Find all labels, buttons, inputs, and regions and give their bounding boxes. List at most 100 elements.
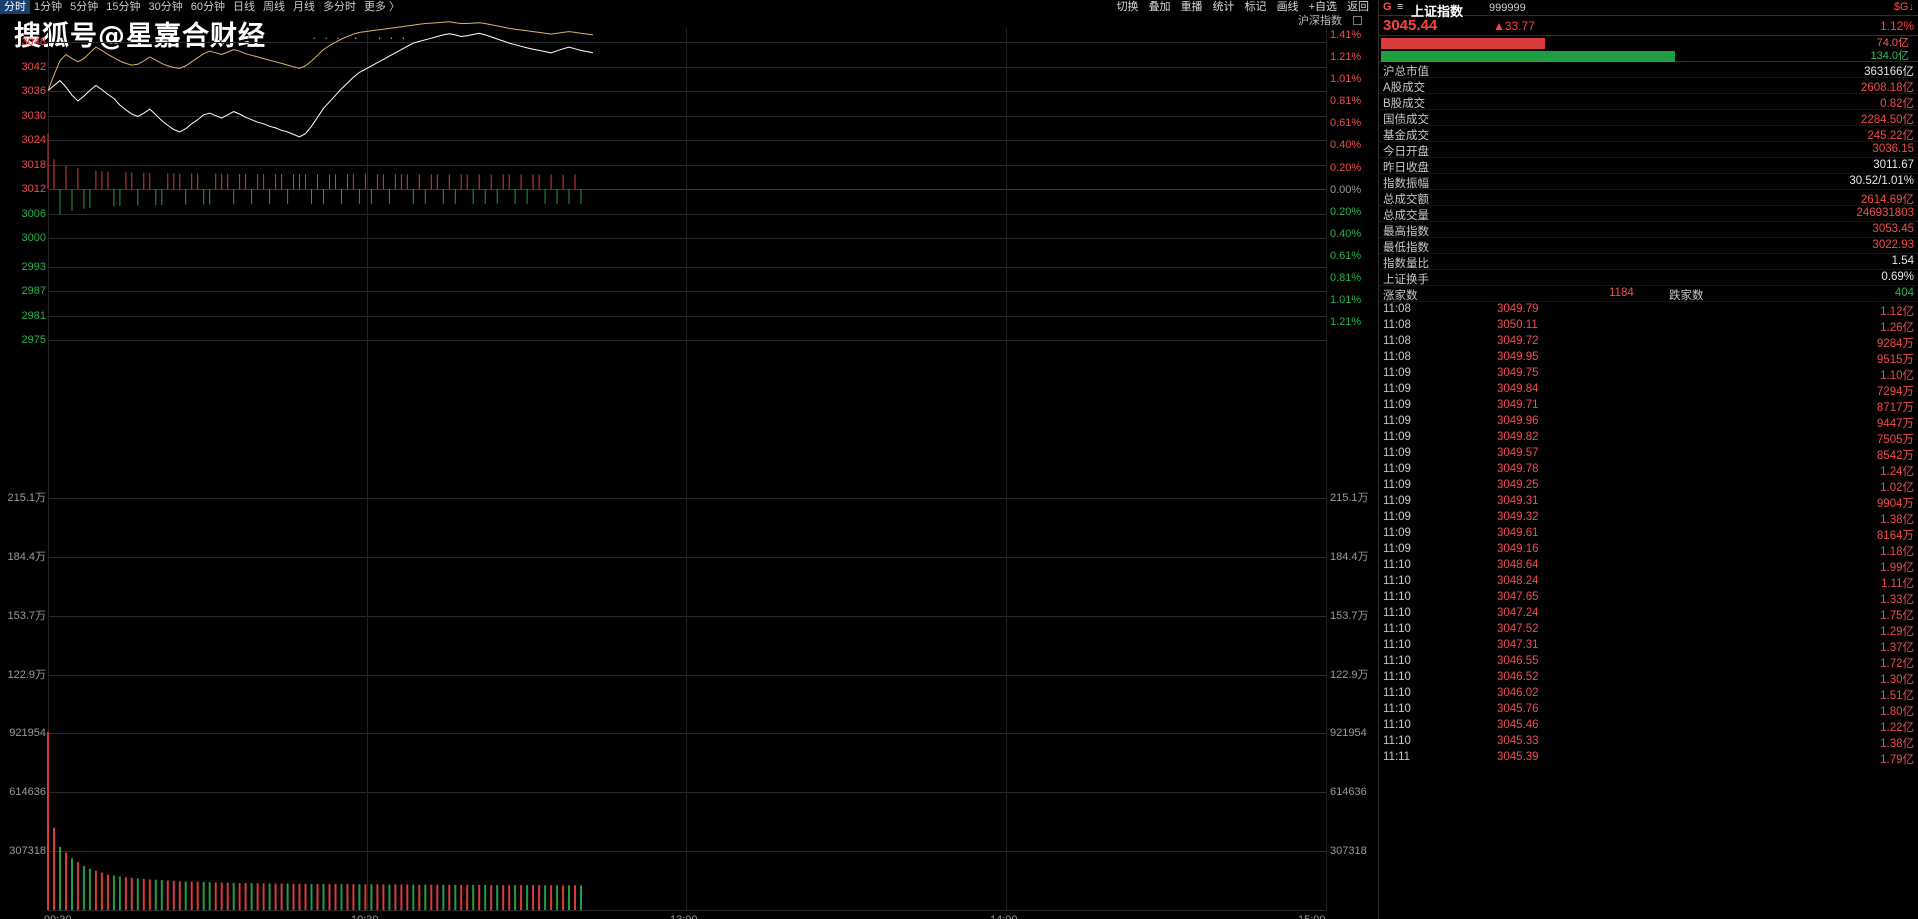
decline-label: 跌家数 <box>1669 290 1704 302</box>
toolbar-action-1[interactable]: 叠加 <box>1144 0 1176 14</box>
period-tab-8[interactable]: 月线 <box>289 0 319 14</box>
period-tab-0[interactable]: 分时 <box>0 0 30 14</box>
toolbar-action-6[interactable]: +自选 <box>1304 0 1342 14</box>
tick-row[interactable]: 11:10 3046.02 1.51亿 <box>1379 686 1918 702</box>
g-badge[interactable]: G <box>1383 1 1392 13</box>
period-toolbar[interactable]: 分时 1分钟 5分钟 15分钟 30分钟 60分钟 日线 周线 月线 多分时 更多 〉 切换 叠加 重播… <box>0 0 1378 14</box>
tick-row[interactable]: 11:08 3049.72 9284万 <box>1379 334 1918 350</box>
tick-row[interactable]: 11:10 3047.65 1.33亿 <box>1379 590 1918 606</box>
stat-row: 指数量比 1.54 <box>1379 254 1918 270</box>
period-tab-3[interactable]: 15分钟 <box>102 0 144 14</box>
time-axis-label: 14:00 <box>990 914 1018 919</box>
tick-row[interactable]: 11:09 3049.25 1.02亿 <box>1379 478 1918 494</box>
period-tabs[interactable]: 分时 1分钟 5分钟 15分钟 30分钟 60分钟 日线 周线 月线 多分时 更多 〉 <box>0 0 404 14</box>
tick-row[interactable]: 11:09 3049.78 1.24亿 <box>1379 462 1918 478</box>
tick-row[interactable]: 11:08 3050.11 1.26亿 <box>1379 318 1918 334</box>
stat-value: 0.82亿 <box>1880 98 1914 110</box>
volume-bar <box>214 882 217 910</box>
tick-row[interactable]: 11:08 3049.79 1.12亿 <box>1379 302 1918 318</box>
tick-row[interactable]: 11:09 3049.82 7505万 <box>1379 430 1918 446</box>
volume-bar <box>538 885 541 910</box>
volume-bar <box>490 885 493 910</box>
tick-row[interactable]: 11:10 3048.24 1.11亿 <box>1379 574 1918 590</box>
volume-bar <box>130 877 133 910</box>
tick-row[interactable]: 11:09 3049.71 8717万 <box>1379 398 1918 414</box>
period-tab-7[interactable]: 周线 <box>259 0 289 14</box>
toolbar-action-2[interactable]: 重播 <box>1176 0 1208 14</box>
tick-row[interactable]: 11:10 3047.24 1.75亿 <box>1379 606 1918 622</box>
volume-bar <box>532 885 535 910</box>
tick-time: 11:08 <box>1383 351 1411 363</box>
tick-price: 3049.32 <box>1497 511 1539 523</box>
stat-row: 总成交额 2614.69亿 <box>1379 190 1918 206</box>
tick-time: 11:10 <box>1383 639 1411 651</box>
tick-row[interactable]: 11:10 3045.76 1.80亿 <box>1379 702 1918 718</box>
toolbar-action-4[interactable]: 标记 <box>1240 0 1272 14</box>
intraday-chart[interactable]: 3048 3042 3036 3030 3024 3018 3012 3006 3000 2993… <box>0 21 1378 919</box>
tick-row[interactable]: 11:09 3049.16 1.18亿 <box>1379 542 1918 558</box>
tick-price: 3045.46 <box>1497 719 1539 731</box>
tick-row[interactable]: 11:10 3048.64 1.99亿 <box>1379 558 1918 574</box>
chart-plot <box>47 21 594 910</box>
volume-bar <box>268 883 271 910</box>
tick-row[interactable]: 11:10 3046.52 1.30亿 <box>1379 670 1918 686</box>
sg-badge: $G↓ <box>1893 1 1914 13</box>
tick-row[interactable]: 11:09 3049.75 1.10亿 <box>1379 366 1918 382</box>
tick-price: 3047.31 <box>1497 639 1539 651</box>
tick-row[interactable]: 11:08 3049.95 9515万 <box>1379 350 1918 366</box>
tick-price: 3047.52 <box>1497 623 1539 635</box>
tick-price: 3046.02 <box>1497 687 1539 699</box>
tick-price: 3047.65 <box>1497 591 1539 603</box>
tick-volume: 1.12亿 <box>1880 306 1914 318</box>
tick-row[interactable]: 11:10 3045.46 1.22亿 <box>1379 718 1918 734</box>
volume-bar <box>280 883 283 910</box>
stat-row: 昨日收盘 3011.67 <box>1379 158 1918 174</box>
tick-row[interactable]: 11:09 3049.61 8164万 <box>1379 526 1918 542</box>
tick-row[interactable]: 11:11 3045.39 1.79亿 <box>1379 750 1918 766</box>
period-tab-10[interactable]: 更多 〉 <box>360 0 404 14</box>
period-tab-4[interactable]: 30分钟 <box>145 0 187 14</box>
volume-bar <box>478 884 481 910</box>
tick-row[interactable]: 11:10 3047.31 1.37亿 <box>1379 638 1918 654</box>
tick-row[interactable]: 11:09 3049.32 1.38亿 <box>1379 510 1918 526</box>
tick-price: 3046.55 <box>1497 655 1539 667</box>
volume-bar <box>316 884 319 910</box>
toolbar-action-7[interactable]: 返回 <box>1342 0 1374 14</box>
volume-bar <box>112 875 115 910</box>
stat-key: 国债成交 <box>1383 114 1429 126</box>
tick-row[interactable]: 11:10 3047.52 1.29亿 <box>1379 622 1918 638</box>
stat-row: 最低指数 3022.93 <box>1379 238 1918 254</box>
toolbar-checkbox[interactable] <box>1353 16 1362 25</box>
toolbar-action-3[interactable]: 统计 <box>1208 0 1240 14</box>
period-tab-6[interactable]: 日线 <box>229 0 259 14</box>
tick-row[interactable]: 11:09 3049.57 8542万 <box>1379 446 1918 462</box>
volume-bar <box>304 883 307 910</box>
tick-row[interactable]: 11:10 3046.55 1.72亿 <box>1379 654 1918 670</box>
volume-bar <box>184 881 187 910</box>
toolbar-action-0[interactable]: 切换 <box>1112 0 1144 14</box>
toolbar-actions[interactable]: 切换 叠加 重播 统计 标记 画线 +自选 返回 <box>1112 0 1378 14</box>
tick-row[interactable]: 11:09 3049.84 7294万 <box>1379 382 1918 398</box>
volume-bar <box>208 882 211 910</box>
tick-row[interactable]: 11:09 3049.96 9447万 <box>1379 414 1918 430</box>
tick-price: 3049.72 <box>1497 335 1539 347</box>
tick-row[interactable]: 11:10 3045.33 1.38亿 <box>1379 734 1918 750</box>
tick-row[interactable]: 11:09 3049.31 9904万 <box>1379 494 1918 510</box>
volume-bar <box>256 883 259 910</box>
volume-bar <box>544 885 547 910</box>
period-tab-1[interactable]: 1分钟 <box>30 0 66 14</box>
tick-time: 11:10 <box>1383 655 1411 667</box>
period-tab-2[interactable]: 5分钟 <box>66 0 102 14</box>
tick-price: 3045.33 <box>1497 735 1539 747</box>
quote-price-row: 3045.44 ▲33.77 1.12% <box>1379 16 1918 36</box>
volume-bar <box>226 882 229 910</box>
volume-bar <box>124 877 127 910</box>
tick-list[interactable]: 11:08 3049.79 1.12亿 11:08 3050.11 1.26亿 11:08 3… <box>1379 302 1918 766</box>
tick-price: 3049.84 <box>1497 383 1539 395</box>
tick-price: 3047.24 <box>1497 607 1539 619</box>
toolbar-action-5[interactable]: 画线 <box>1272 0 1304 14</box>
period-tab-9[interactable]: 多分时 <box>319 0 360 14</box>
period-tab-5[interactable]: 60分钟 <box>187 0 229 14</box>
menu-icon[interactable]: ≡ <box>1397 1 1403 13</box>
volume-bar <box>514 885 517 910</box>
